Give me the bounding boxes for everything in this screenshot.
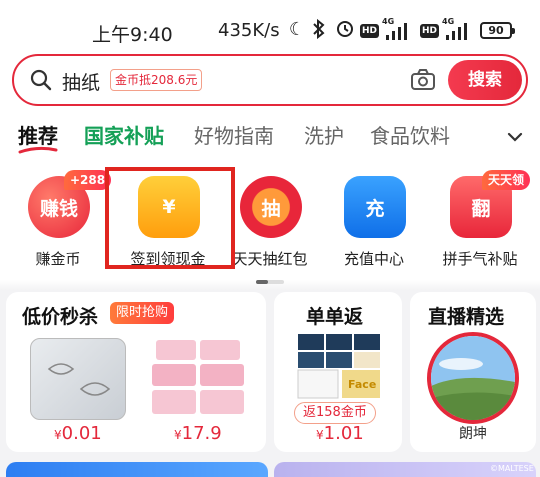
status-time: 上午9:40	[92, 24, 173, 46]
promo-banner-left[interactable]	[6, 462, 268, 477]
bluetooth-icon	[308, 18, 330, 42]
shortcut-label: 拼手气补贴	[442, 250, 518, 268]
price-value: 1.01	[323, 423, 364, 444]
streamer-name: 朗坤	[459, 426, 487, 442]
currency-symbol: ¥	[174, 428, 182, 442]
product-image[interactable]	[148, 332, 252, 420]
tab-washcare[interactable]: 洗护	[304, 120, 344, 149]
alarm-icon	[334, 18, 356, 42]
tab-goods-guide[interactable]: 好物指南	[194, 120, 274, 149]
search-input[interactable]: 抽纸	[62, 68, 100, 95]
live-picks-card[interactable]: 直播精选 朗坤	[410, 292, 536, 452]
signal-icon	[384, 20, 410, 42]
battery-icon: 90	[480, 22, 515, 39]
chevron-down-icon[interactable]	[506, 128, 524, 146]
shortcut-daily-redpacket[interactable]: 抽 天天抽红包	[220, 170, 320, 270]
shortcut-lucky-subsidy[interactable]: 翻 天天领 拼手气补贴	[430, 170, 530, 270]
limited-time-tag: 限时抢购	[110, 302, 175, 324]
search-button[interactable]: 搜索	[448, 60, 522, 100]
coin-deduction-tag: 金币抵208.6元	[110, 69, 203, 91]
shortcut-scroll-indicator	[256, 280, 284, 284]
signal-icon	[444, 20, 470, 42]
lottery-wheel-icon: 抽	[240, 176, 302, 238]
phone-topup-icon: 充	[344, 176, 406, 238]
price-value: 0.01	[61, 423, 102, 444]
card-title: 直播精选	[428, 306, 505, 328]
hd-badge: HD	[420, 24, 440, 38]
currency-symbol: ¥	[54, 428, 62, 442]
tab-food-drinks[interactable]: 食品饮料	[370, 120, 450, 149]
watermark-text: ©MALTESE	[490, 464, 534, 473]
product-price: ¥0.01	[54, 423, 102, 444]
price-value: 17.9	[181, 423, 222, 444]
status-bar: 上午9:40 435K/s ☾ HD 4G HD 4G 90	[0, 0, 540, 58]
search-icon	[30, 69, 52, 91]
shortcut-label: 天天抽红包	[232, 250, 308, 268]
tab-national-subsidy[interactable]: 国家补贴	[84, 120, 164, 149]
shortcut-label: 赚金币	[35, 250, 81, 268]
shortcut-earn-coins[interactable]: 赚钱 +288 赚金币	[8, 170, 112, 270]
camera-icon[interactable]	[410, 68, 436, 92]
active-tab-indicator	[18, 140, 58, 154]
rebate-badge: 返158金币	[294, 402, 376, 424]
product-price: ¥17.9	[174, 423, 222, 444]
card-title: 单单返	[306, 306, 364, 328]
product-image[interactable]	[30, 338, 126, 420]
product-price: ¥1.01	[316, 423, 364, 444]
moon-icon: ☾	[288, 19, 306, 40]
network-speed: 435K/s	[218, 20, 280, 41]
currency-symbol: ¥	[316, 428, 324, 442]
product-brand-label: Face	[348, 378, 377, 391]
flash-sale-card[interactable]: 低价秒杀 限时抢购 ¥0.01 ¥17.9	[6, 292, 266, 452]
live-stream-thumbnail[interactable]	[427, 332, 519, 424]
search-bar[interactable]: 抽纸 金币抵208.6元 搜索	[12, 54, 528, 106]
hd-badge: HD	[360, 24, 380, 38]
tabs-fade	[470, 118, 500, 152]
card-title: 低价秒杀	[22, 306, 99, 328]
daily-claim-badge: 天天领	[482, 170, 530, 190]
category-tabs: 推荐 国家补贴 好物指南 洗护 食品饮料	[0, 120, 540, 160]
shortcut-topup-center[interactable]: 充 充值中心	[324, 170, 424, 270]
shortcut-label: 充值中心	[343, 250, 404, 268]
highlight-box	[105, 167, 235, 269]
rebate-card[interactable]: 单单返 Face 返158金币 ¥1.01	[274, 292, 402, 452]
